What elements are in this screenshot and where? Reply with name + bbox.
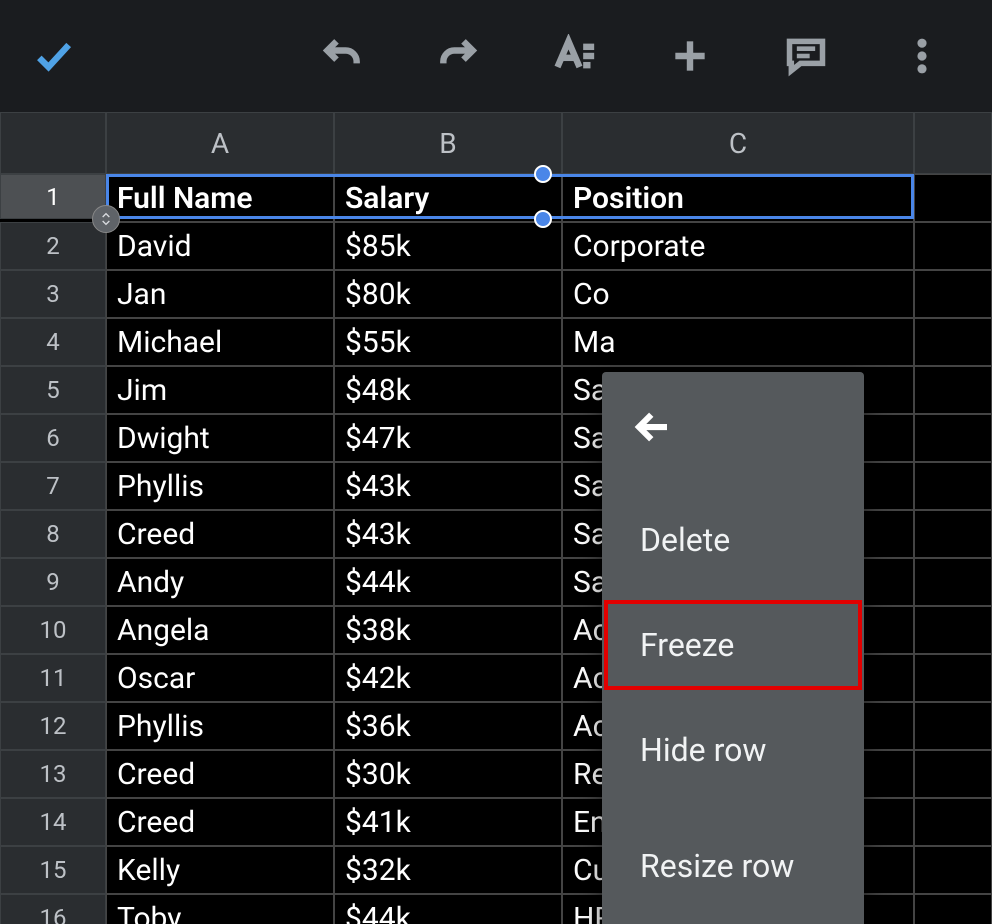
column-header-extra[interactable] bbox=[914, 112, 992, 174]
cell-14-d[interactable] bbox=[914, 798, 992, 846]
cell-3-b[interactable]: $80k bbox=[334, 270, 562, 318]
row-header-5[interactable]: 5 bbox=[0, 366, 106, 414]
cell-10-d[interactable] bbox=[914, 606, 992, 654]
cell-4-a[interactable]: Michael bbox=[106, 318, 334, 366]
cell-12-d[interactable] bbox=[914, 702, 992, 750]
cell-9-a[interactable]: Andy bbox=[106, 558, 334, 606]
column-header-c[interactable]: C bbox=[562, 112, 914, 174]
add-button[interactable] bbox=[660, 26, 720, 86]
cell-15-d[interactable] bbox=[914, 846, 992, 894]
row-header-9[interactable]: 9 bbox=[0, 558, 106, 606]
cell-14-b[interactable]: $41k bbox=[334, 798, 562, 846]
row-header-4[interactable]: 4 bbox=[0, 318, 106, 366]
undo-icon bbox=[320, 34, 364, 78]
column-header-b[interactable]: B bbox=[334, 112, 562, 174]
cell-14-a[interactable]: Creed bbox=[106, 798, 334, 846]
row-drag-handle[interactable] bbox=[92, 205, 120, 233]
menu-item-freeze[interactable]: Freeze bbox=[602, 598, 864, 692]
row-header-1[interactable]: 1 bbox=[0, 174, 106, 219]
cell-6-a[interactable]: Dwight bbox=[106, 414, 334, 462]
cell-4-d[interactable] bbox=[914, 318, 992, 366]
cell-3-c[interactable]: Co bbox=[562, 270, 914, 318]
menu-back-button[interactable] bbox=[602, 372, 864, 482]
toolbar bbox=[0, 0, 992, 112]
selection-handle-top[interactable] bbox=[534, 165, 552, 183]
cell-1-c[interactable]: Position bbox=[562, 174, 914, 222]
undo-button[interactable] bbox=[312, 26, 372, 86]
cell-12-b[interactable]: $36k bbox=[334, 702, 562, 750]
cell-2-c[interactable]: Corporate bbox=[562, 222, 914, 270]
selection-handle-bottom[interactable] bbox=[534, 210, 552, 228]
cell-4-b[interactable]: $55k bbox=[334, 318, 562, 366]
cell-15-b[interactable]: $32k bbox=[334, 846, 562, 894]
cell-11-a[interactable]: Oscar bbox=[106, 654, 334, 702]
cell-6-d[interactable] bbox=[914, 414, 992, 462]
comment-button[interactable] bbox=[776, 26, 836, 86]
cell-16-a[interactable]: Toby bbox=[106, 894, 334, 924]
column-header-a[interactable]: A bbox=[106, 112, 334, 174]
plus-icon bbox=[668, 34, 712, 78]
cell-16-d[interactable] bbox=[914, 894, 992, 924]
cell-3-a[interactable]: Jan bbox=[106, 270, 334, 318]
row-header-14[interactable]: 14 bbox=[0, 798, 106, 846]
menu-item-resize-row[interactable]: Resize row bbox=[602, 808, 864, 924]
cell-6-b[interactable]: $47k bbox=[334, 414, 562, 462]
more-vertical-icon bbox=[900, 34, 944, 78]
redo-icon bbox=[436, 34, 480, 78]
cell-10-a[interactable]: Angela bbox=[106, 606, 334, 654]
cell-15-a[interactable]: Kelly bbox=[106, 846, 334, 894]
cell-2-d[interactable] bbox=[914, 222, 992, 270]
cell-5-d[interactable] bbox=[914, 366, 992, 414]
row-header-15[interactable]: 15 bbox=[0, 846, 106, 894]
cell-9-d[interactable] bbox=[914, 558, 992, 606]
cell-2-a[interactable]: David bbox=[106, 222, 334, 270]
cell-3-d[interactable] bbox=[914, 270, 992, 318]
cell-16-b[interactable]: $44k bbox=[334, 894, 562, 924]
row-header-2[interactable]: 2 bbox=[0, 222, 106, 270]
row-context-menu: DeleteFreezeHide rowResize rowGroup bbox=[602, 372, 864, 924]
text-format-icon bbox=[552, 34, 596, 78]
row-header-13[interactable]: 13 bbox=[0, 750, 106, 798]
cell-4-c[interactable]: Ma bbox=[562, 318, 914, 366]
cell-5-a[interactable]: Jim bbox=[106, 366, 334, 414]
cell-8-a[interactable]: Creed bbox=[106, 510, 334, 558]
accept-button[interactable] bbox=[24, 26, 84, 86]
cell-1-a[interactable]: Full Name bbox=[106, 174, 334, 222]
cell-7-a[interactable]: Phyllis bbox=[106, 462, 334, 510]
cell-2-b[interactable]: $85k bbox=[334, 222, 562, 270]
spreadsheet: ABC 1Full NameSalaryPosition 2David$85kCor… bbox=[0, 112, 992, 924]
row-header-7[interactable]: 7 bbox=[0, 462, 106, 510]
cell-13-d[interactable] bbox=[914, 750, 992, 798]
menu-item-hide-row[interactable]: Hide row bbox=[602, 692, 864, 808]
cell-8-b[interactable]: $43k bbox=[334, 510, 562, 558]
cell-13-a[interactable]: Creed bbox=[106, 750, 334, 798]
cell-1-b[interactable]: Salary bbox=[334, 174, 562, 222]
cell-13-b[interactable]: $30k bbox=[334, 750, 562, 798]
overflow-menu-button[interactable] bbox=[892, 26, 952, 86]
cell-1-d[interactable] bbox=[914, 174, 992, 222]
comment-icon bbox=[784, 34, 828, 78]
cell-7-b[interactable]: $43k bbox=[334, 462, 562, 510]
row-header-12[interactable]: 12 bbox=[0, 702, 106, 750]
corner-cell bbox=[0, 112, 106, 174]
arrow-left-icon bbox=[632, 406, 674, 448]
cell-11-b[interactable]: $42k bbox=[334, 654, 562, 702]
menu-item-delete[interactable]: Delete bbox=[602, 482, 864, 598]
row-header-8[interactable]: 8 bbox=[0, 510, 106, 558]
cell-11-d[interactable] bbox=[914, 654, 992, 702]
row-header-6[interactable]: 6 bbox=[0, 414, 106, 462]
row-header-16[interactable]: 16 bbox=[0, 894, 106, 924]
check-icon bbox=[32, 34, 76, 78]
cell-5-b[interactable]: $48k bbox=[334, 366, 562, 414]
row-header-11[interactable]: 11 bbox=[0, 654, 106, 702]
redo-button[interactable] bbox=[428, 26, 488, 86]
cell-8-d[interactable] bbox=[914, 510, 992, 558]
cell-10-b[interactable]: $38k bbox=[334, 606, 562, 654]
row-header-10[interactable]: 10 bbox=[0, 606, 106, 654]
text-format-button[interactable] bbox=[544, 26, 604, 86]
row-header-3[interactable]: 3 bbox=[0, 270, 106, 318]
cell-12-a[interactable]: Phyllis bbox=[106, 702, 334, 750]
cell-7-d[interactable] bbox=[914, 462, 992, 510]
cell-9-b[interactable]: $44k bbox=[334, 558, 562, 606]
